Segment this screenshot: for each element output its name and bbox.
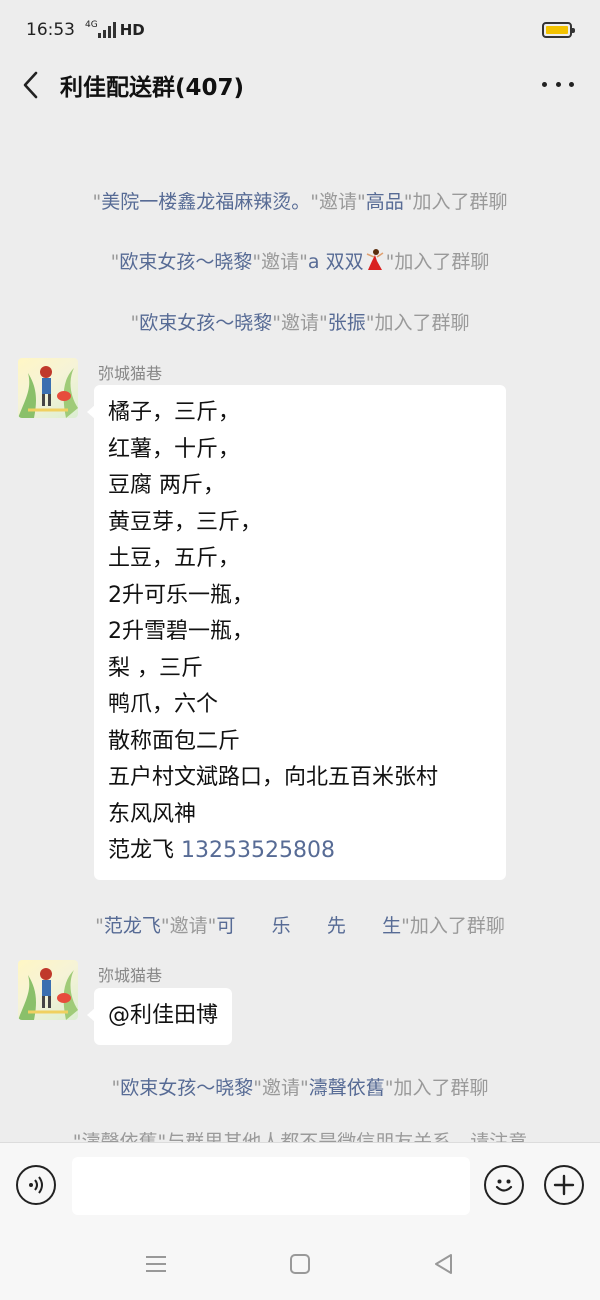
message-line: 豆腐 两斤，	[108, 473, 225, 498]
message-bubble[interactable]: @利佳田博	[86, 988, 233, 1045]
nav-back-icon[interactable]	[432, 1252, 454, 1276]
navigation-bar	[0, 1230, 600, 1300]
notice-inviter[interactable]: 范龙飞	[104, 915, 161, 937]
message-line: 散称面包二斤	[108, 728, 241, 754]
contact-name: 范龙飞	[108, 838, 181, 863]
status-bar: 16:53 4G HD	[0, 0, 600, 60]
message-line: 五户村文斌路口，向北五百米张村	[108, 765, 439, 790]
phone-link[interactable]: 13253525808	[181, 838, 335, 863]
message-line: 黄豆芽，三斤，	[108, 509, 263, 535]
notice-invitee[interactable]: 濤聲依舊	[309, 1077, 385, 1099]
message-line: 2升可乐一瓶，	[108, 582, 254, 608]
back-arrow-icon[interactable]	[0, 60, 60, 110]
chat-title: 利佳配送群(407)	[60, 75, 245, 101]
notice-invitee[interactable]: a 双双	[308, 251, 364, 273]
avatar[interactable]	[18, 960, 78, 1020]
plus-icon[interactable]	[544, 1165, 584, 1205]
system-notice: "范龙飞"邀请"可 乐 先 生"加入了群聊	[95, 915, 505, 937]
status-time: 16:53	[26, 20, 75, 40]
input-bar	[0, 1142, 600, 1230]
avatar[interactable]	[18, 358, 78, 418]
chat-header: 利佳配送群(407)	[0, 60, 600, 110]
message-line: 东风风神	[108, 801, 197, 827]
system-notice: "欧束女孩～晓黎"邀请"张振"加入了群聊	[130, 312, 470, 334]
system-notice: "欧束女孩～晓黎"邀请"濤聲依舊"加入了群聊	[111, 1077, 489, 1099]
message-bubble[interactable]: 橘子，三斤， 红薯，十斤， 豆腐 两斤， 黄豆芽，三斤， 土豆，五斤， 2升可乐…	[87, 385, 506, 880]
system-notice: "美院一楼鑫龙福麻辣烫。"邀请"高品"加入了群聊	[92, 191, 508, 213]
notice-inviter[interactable]: 美院一楼鑫龙福麻辣烫。	[101, 191, 310, 213]
dancer-emoji-icon	[364, 248, 386, 270]
message-text: @利佳田博	[108, 1003, 219, 1028]
message-line: 土豆，五斤，	[108, 546, 241, 571]
notice-invitee[interactable]: 高品	[366, 191, 404, 213]
voice-icon[interactable]	[16, 1165, 56, 1205]
emoji-icon[interactable]	[484, 1165, 524, 1205]
system-notice: "欧束女孩～晓黎"邀请"a 双双 "加入了群聊	[0, 247, 600, 274]
message-line: 梨 ，三斤	[108, 655, 203, 681]
system-notice-partial: "濤聲依舊"与群里其他人都不是微信朋友关系，请注意	[72, 1131, 528, 1142]
home-icon[interactable]	[290, 1254, 310, 1274]
message-line: 红薯，十斤，	[108, 436, 241, 462]
sender-name: 弥城猫巷	[98, 966, 163, 985]
notice-invitee[interactable]: 可 乐 先 生	[216, 915, 401, 937]
message-input[interactable]	[72, 1157, 470, 1215]
message-line: 橘子，三斤，	[108, 400, 241, 425]
message-line: 范龙飞 13253525808	[108, 833, 492, 870]
sender-name: 弥城猫巷	[98, 364, 163, 383]
notice-invitee[interactable]: 张振	[328, 312, 366, 334]
message-line: 鸭爪，六个	[108, 692, 219, 717]
hd-label: HD	[119, 21, 145, 39]
notice-inviter[interactable]: 欧束女孩～晓黎	[139, 312, 272, 334]
notice-inviter[interactable]: 欧束女孩～晓黎	[119, 251, 252, 273]
menu-icon[interactable]	[146, 1256, 166, 1272]
battery-icon	[542, 22, 575, 38]
message-line: 2升雪碧一瓶，	[108, 619, 254, 644]
network-label: 4G	[85, 20, 98, 30]
more-icon[interactable]	[542, 74, 574, 94]
notice-inviter[interactable]: 欧束女孩～晓黎	[120, 1077, 253, 1099]
signal-icon	[97, 22, 116, 38]
